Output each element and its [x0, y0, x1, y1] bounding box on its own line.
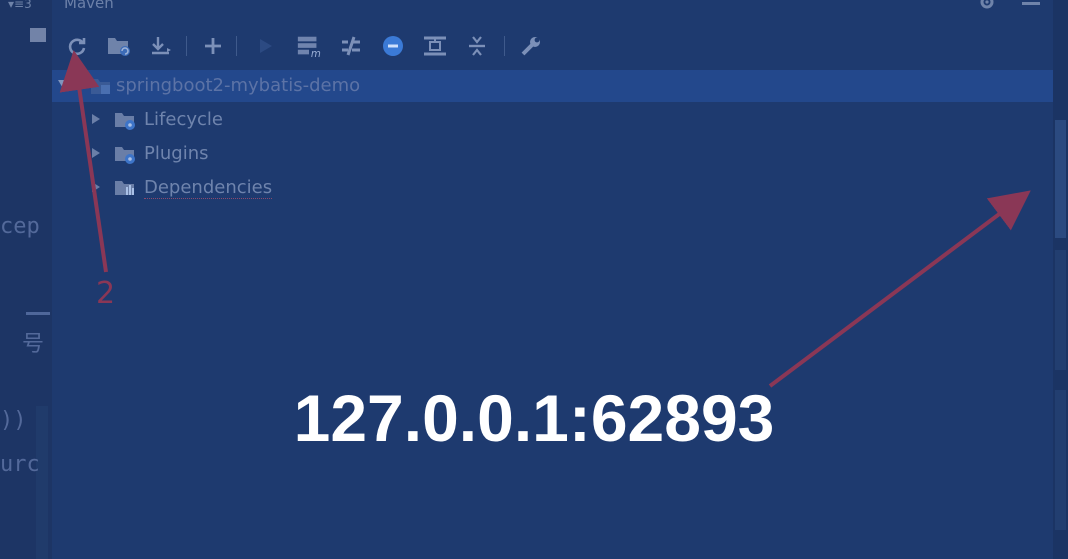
watermark-address: 127.0.0.1:62893	[293, 381, 775, 455]
annotation-arrow	[768, 190, 1031, 388]
annotation-step-number: 2	[96, 276, 116, 311]
ide-window: ▾≡3 cep 号 )) urc Maven m springboot2-myb…	[0, 0, 1068, 559]
annotation-arrows	[59, 50, 1031, 388]
annotation-arrow	[59, 50, 108, 273]
